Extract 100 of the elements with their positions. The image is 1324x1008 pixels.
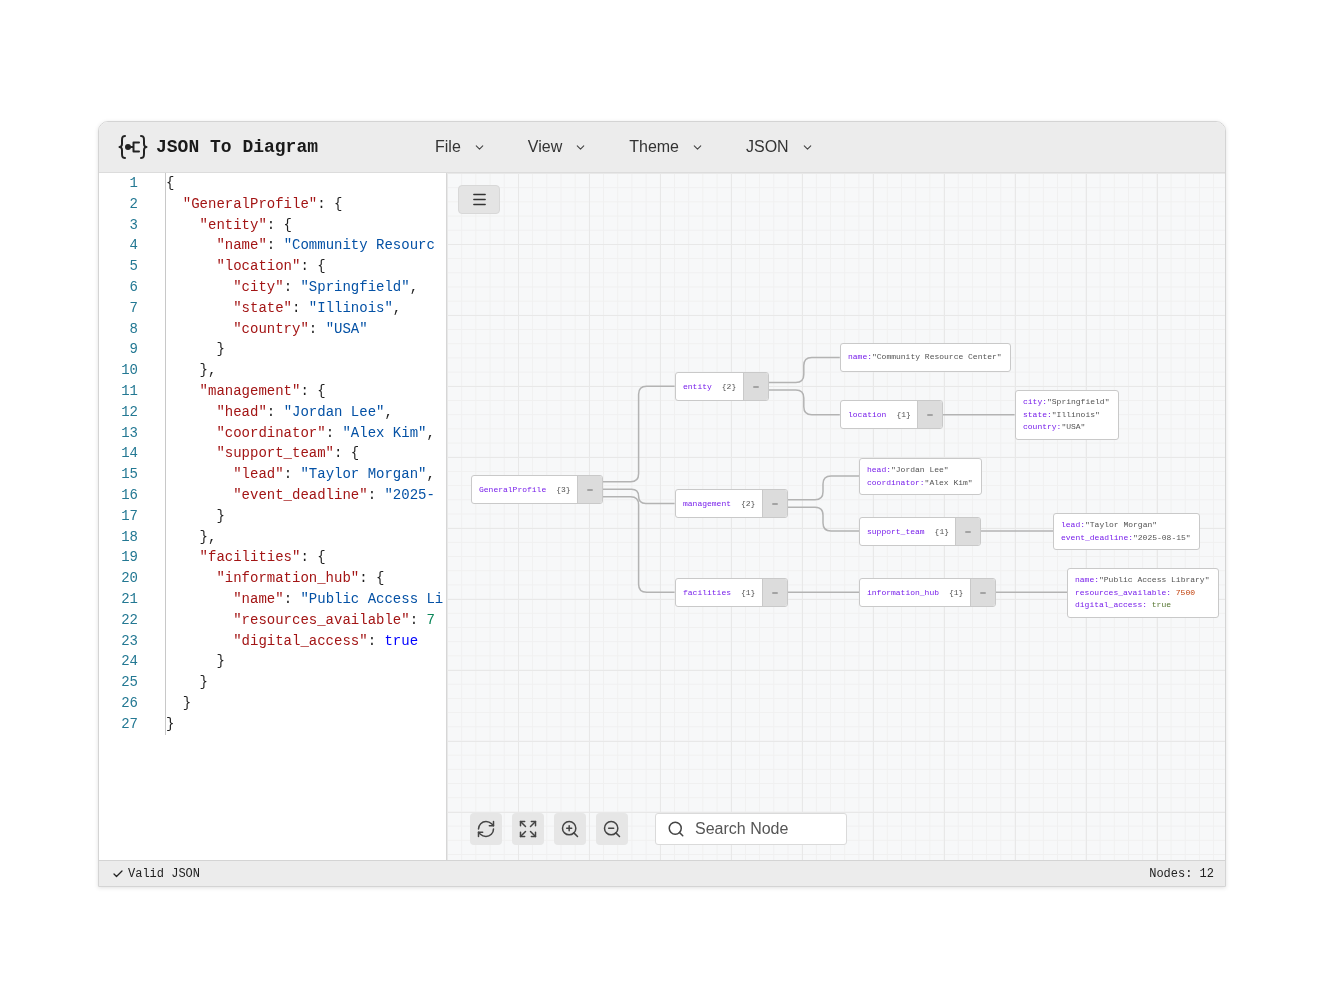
line-number: 16 bbox=[121, 485, 138, 505]
collapse-button[interactable] bbox=[955, 518, 980, 545]
app-title: JSON To Diagram bbox=[156, 135, 319, 159]
node-key: location bbox=[848, 408, 887, 421]
node-field: digital_access: true bbox=[1075, 599, 1171, 612]
code-line: "digital_access": true bbox=[233, 631, 419, 651]
collapse-button[interactable] bbox=[577, 476, 602, 503]
line-number: 23 bbox=[121, 631, 138, 651]
line-number: 19 bbox=[121, 548, 138, 568]
code-line: "facilities": { bbox=[199, 548, 326, 568]
node-field: coordinator:"Alex Kim" bbox=[867, 476, 973, 489]
zoom-out-button[interactable] bbox=[596, 813, 628, 845]
menu-icon bbox=[470, 191, 488, 208]
line-number: 12 bbox=[121, 402, 138, 422]
expand-icon bbox=[518, 819, 538, 839]
node-field: event_deadline:"2025-08-15" bbox=[1061, 531, 1191, 544]
zoom-in-icon bbox=[560, 819, 580, 839]
code-line: "management": { bbox=[199, 381, 326, 401]
code-line: "name": "Community Resourc bbox=[216, 236, 435, 256]
zoom-out-icon bbox=[602, 819, 622, 839]
refresh-button[interactable] bbox=[470, 813, 502, 845]
node-count: {1} bbox=[896, 408, 911, 421]
node-key: GeneralProfile bbox=[479, 483, 547, 496]
node-key: support_team bbox=[867, 525, 925, 538]
code-line: } bbox=[216, 340, 225, 360]
line-number: 9 bbox=[129, 340, 138, 360]
code-editor[interactable] bbox=[99, 173, 447, 860]
code-line: "lead": "Taylor Morgan", bbox=[233, 465, 435, 485]
line-number: 7 bbox=[129, 298, 138, 318]
code-line: "coordinator": "Alex Kim", bbox=[216, 423, 435, 443]
line-number: 24 bbox=[121, 652, 138, 672]
code-line: } bbox=[216, 652, 225, 672]
line-number: 1 bbox=[129, 174, 138, 193]
node-field: lead:"Taylor Morgan" bbox=[1061, 519, 1158, 532]
zoom-in-button[interactable] bbox=[554, 813, 586, 845]
menu-dropdown[interactable]: View bbox=[527, 135, 588, 159]
search-field[interactable]: Search Node bbox=[655, 813, 847, 845]
node-count-label: Nodes: 12 bbox=[1149, 865, 1214, 883]
node-count: {1} bbox=[741, 586, 756, 599]
code-line: "entity": { bbox=[199, 215, 293, 235]
collapse-button[interactable] bbox=[743, 373, 768, 400]
code-line: "GeneralProfile": { bbox=[182, 194, 343, 214]
node-field: head:"Jordan Lee" bbox=[867, 464, 949, 477]
menu-dropdown[interactable]: File bbox=[435, 135, 486, 159]
line-number: 3 bbox=[129, 215, 138, 235]
menu-dropdown[interactable]: Theme bbox=[629, 135, 704, 159]
collapse-button[interactable] bbox=[762, 490, 787, 517]
menu-button[interactable] bbox=[458, 185, 500, 214]
code-line: "resources_available": 7 bbox=[233, 610, 435, 630]
code-line: }, bbox=[199, 361, 217, 381]
node-count: {2} bbox=[741, 497, 756, 510]
line-number: 10 bbox=[121, 361, 138, 381]
line-number: 4 bbox=[129, 236, 138, 256]
line-number: 18 bbox=[121, 527, 138, 547]
fit-view-button[interactable] bbox=[512, 813, 544, 845]
code-line: } bbox=[216, 506, 225, 526]
line-number: 13 bbox=[121, 423, 138, 443]
search-icon bbox=[667, 820, 685, 838]
node-count: {1} bbox=[934, 525, 949, 538]
code-line: "city": "Springfield", bbox=[233, 278, 419, 297]
line-number: 27 bbox=[121, 714, 138, 734]
refresh-icon bbox=[476, 819, 496, 839]
code-line: }, bbox=[199, 527, 217, 547]
node-key: management bbox=[683, 497, 731, 510]
node-field: city:"Springfield" bbox=[1023, 396, 1110, 409]
line-number: 14 bbox=[121, 444, 138, 464]
braces-diagram-icon bbox=[118, 134, 148, 160]
node-field: country:"USA" bbox=[1023, 421, 1086, 434]
line-number: 6 bbox=[129, 278, 138, 297]
node-key: facilities bbox=[683, 586, 731, 599]
line-number: 11 bbox=[121, 381, 138, 401]
line-number: 22 bbox=[121, 610, 138, 630]
code-line: { bbox=[166, 174, 175, 193]
code-line: } bbox=[199, 673, 208, 693]
node-field: name:"Community Resource Center" bbox=[848, 351, 1002, 364]
line-number: 25 bbox=[121, 673, 138, 693]
collapse-button[interactable] bbox=[970, 579, 995, 606]
line-number: 26 bbox=[121, 693, 138, 713]
code-line: "head": "Jordan Lee", bbox=[216, 402, 393, 422]
line-number: 5 bbox=[129, 257, 138, 277]
code-line: "state": "Illinois", bbox=[233, 298, 402, 318]
line-number: 17 bbox=[121, 506, 138, 526]
line-number: 21 bbox=[121, 589, 138, 609]
collapse-button[interactable] bbox=[762, 579, 787, 606]
node-key: information_hub bbox=[867, 586, 939, 599]
validation-message: Valid JSON bbox=[128, 865, 200, 883]
code-line: "information_hub": { bbox=[216, 569, 385, 589]
code-line: } bbox=[182, 693, 192, 713]
menu-dropdown[interactable]: JSON bbox=[746, 135, 814, 159]
collapse-button[interactable] bbox=[917, 401, 942, 428]
line-number: 2 bbox=[129, 194, 138, 214]
code-line: "support_team": { bbox=[216, 444, 360, 464]
code-line: } bbox=[166, 714, 175, 734]
node-field: resources_available: 7500 bbox=[1075, 586, 1195, 599]
line-number: 15 bbox=[121, 465, 138, 485]
code-line: "location": { bbox=[216, 257, 326, 277]
node-count: {3} bbox=[556, 483, 571, 496]
node-field: name:"Public Access Library" bbox=[1075, 574, 1210, 587]
code-line: "country": "USA" bbox=[233, 319, 368, 339]
node-field: state:"Illinois" bbox=[1023, 408, 1100, 421]
